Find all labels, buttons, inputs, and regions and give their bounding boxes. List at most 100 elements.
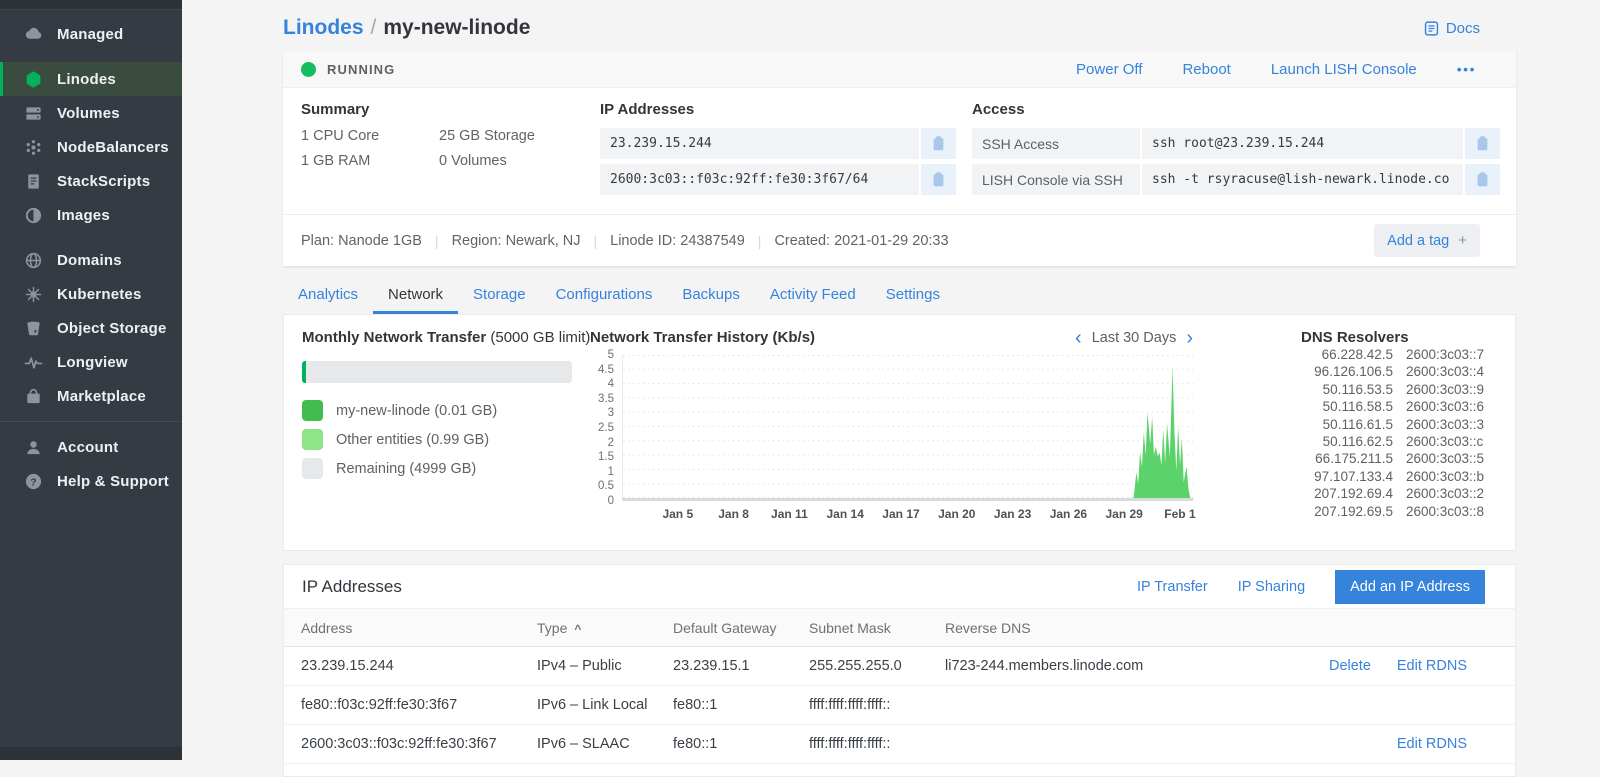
sidebar-item-linodes[interactable]: Linodes [0,62,182,96]
sidebar-item-managed[interactable]: Managed [0,17,182,51]
docs-link[interactable]: Docs [1423,20,1480,37]
legend-item: Other entities (0.99 GB) [302,429,572,450]
sidebar-item-images[interactable]: Images [0,198,182,232]
tab-settings[interactable]: Settings [871,274,955,314]
column-header-address[interactable]: Address [301,620,537,636]
cell-address: 2600:3c03::f03c:92ff:fe30:3f67 [301,736,537,752]
summary-volumes: 0 Volumes [439,153,600,169]
column-header-default-gateway[interactable]: Default Gateway [673,620,809,636]
tab-backups[interactable]: Backups [667,274,755,314]
sidebar-item-nodebalancers[interactable]: NodeBalancers [0,130,182,164]
sort-asc-icon: ^ [574,622,581,636]
copy-lish-button[interactable] [1465,164,1500,195]
dns-row: 207.192.69.52600:3c03::8 [1301,503,1499,520]
sidebar-item-label: Longview [57,354,128,371]
dns-ipv6: 2600:3c03::2 [1406,485,1484,502]
more-actions-button[interactable]: ••• [1457,61,1476,77]
ip-addresses-title: IP Addresses [600,101,956,118]
copy-ipv6-button[interactable] [921,164,956,195]
meta-separator: | [758,233,762,249]
column-header-type[interactable]: Type^ [537,620,673,636]
sidebar-item-label: NodeBalancers [57,139,169,156]
copy-ssh-button[interactable] [1465,128,1500,159]
summary-title: Summary [301,101,600,118]
ip-table-title: IP Addresses [302,577,1137,597]
dns-ipv4: 50.116.53.5 [1301,381,1393,398]
delete-link[interactable]: Delete [1329,658,1371,674]
sidebar-item-stackscripts[interactable]: StackScripts [0,164,182,198]
add-tag-button[interactable]: Add a tag + [1374,224,1480,257]
sidebar-item-help-support[interactable]: ? Help & Support [0,464,182,498]
sidebar-item-domains[interactable]: Domains [0,243,182,277]
ip-card-footer [284,764,1515,776]
breadcrumb-current: my-new-linode [383,16,530,40]
sidebar-item-label: Marketplace [57,388,146,405]
dns-ipv6: 2600:3c03::9 [1406,381,1484,398]
dns-row: 50.116.62.52600:3c03::c [1301,433,1499,450]
copy-ipv4-button[interactable] [921,128,956,159]
column-header-subnet-mask[interactable]: Subnet Mask [809,620,945,636]
status-label: RUNNING [327,62,395,77]
ip-table-header: Address Type^ Default Gateway Subnet Mas… [284,608,1515,647]
column-header-reverse-dns[interactable]: Reverse DNS [945,620,1315,636]
copy-icon [931,135,946,152]
chevron-right-icon[interactable]: › [1186,331,1193,345]
dns-row: 96.126.106.52600:3c03::4 [1301,363,1499,380]
chart-y-labels: 00.511.522.533.544.55 [590,355,622,501]
managed-icon [24,25,43,44]
sidebar-item-kubernetes[interactable]: Kubernetes [0,277,182,311]
ip-table-row: 23.239.15.244 IPv4 – Public 23.239.15.1 … [284,647,1515,686]
launch-lish-console-button[interactable]: Launch LISH Console [1271,61,1417,78]
tab-configurations[interactable]: Configurations [541,274,668,314]
transfer-progress-bar [302,361,572,383]
sidebar-item-marketplace[interactable]: Marketplace [0,379,182,413]
linode-header-card: RUNNING Power Off Reboot Launch LISH Con… [283,51,1516,266]
lish-console-command: ssh -t rsyracuse@lish-newark.linode.co [1142,164,1463,195]
ip-sharing-link[interactable]: IP Sharing [1238,579,1305,595]
tab-analytics[interactable]: Analytics [283,274,373,314]
dns-resolvers-section: DNS Resolvers 66.228.42.52600:3c03::7 96… [1297,329,1499,542]
sidebar-item-label: Domains [57,252,122,269]
sidebar-item-account[interactable]: Account [0,430,182,464]
sidebar-item-label: Volumes [57,105,120,122]
tab-storage[interactable]: Storage [458,274,541,314]
tab-activity-feed[interactable]: Activity Feed [755,274,871,314]
chart-x-labels: Jan 5Jan 8Jan 11Jan 14Jan 17Jan 20Jan 23… [622,507,1193,529]
dns-row: 97.107.133.42600:3c03::b [1301,468,1499,485]
edit-rdns-link[interactable]: Edit RDNS [1397,736,1467,752]
dns-ipv4: 66.228.42.5 [1301,346,1393,363]
reboot-button[interactable]: Reboot [1182,61,1230,78]
monthly-transfer-section: Monthly Network Transfer (5000 GB limit)… [302,329,590,542]
edit-rdns-link[interactable]: Edit RDNS [1397,658,1467,674]
sidebar-item-object-storage[interactable]: Object Storage [0,311,182,345]
cell-subnet: ffff:ffff:ffff:ffff:: [809,736,945,752]
meta-created: Created: 2021-01-29 20:33 [774,233,948,249]
dns-row: 207.192.69.42600:3c03::2 [1301,485,1499,502]
range-selector: ‹ Last 30 Days › [1075,330,1193,346]
legend-swatch-other-entities [302,429,323,450]
meta-separator: | [435,233,439,249]
breadcrumb-linodes-link[interactable]: Linodes [283,16,364,40]
copy-icon [931,171,946,188]
dns-ipv6: 2600:3c03::6 [1406,398,1484,415]
tab-network[interactable]: Network [373,274,458,314]
chart-plot-area [622,355,1193,501]
sidebar-item-volumes[interactable]: Volumes [0,96,182,130]
breadcrumb: Linodes / my-new-linode [283,16,530,40]
access-section: Access SSH Access ssh root@23.239.15.244… [972,101,1500,200]
ip-transfer-link[interactable]: IP Transfer [1137,579,1208,595]
dns-ipv4: 97.107.133.4 [1301,468,1393,485]
range-label[interactable]: Last 30 Days [1092,330,1177,346]
dns-ipv6: 2600:3c03::5 [1406,450,1484,467]
dns-ipv6: 2600:3c03::7 [1406,346,1484,363]
legend-swatch-this-linode [302,400,323,421]
dns-resolver-list: 66.228.42.5 2600:3c03::7 96.126.106.52600… [1301,346,1499,520]
bucket-icon [24,319,43,338]
stackscript-icon [24,172,43,191]
add-ip-address-button[interactable]: Add an IP Address [1335,570,1485,604]
sidebar-item-longview[interactable]: Longview [0,345,182,379]
chevron-left-icon[interactable]: ‹ [1075,331,1082,345]
power-off-button[interactable]: Power Off [1076,61,1142,78]
dns-ipv6: 2600:3c03::3 [1406,416,1484,433]
legend-label: Other entities (0.99 GB) [336,432,489,448]
